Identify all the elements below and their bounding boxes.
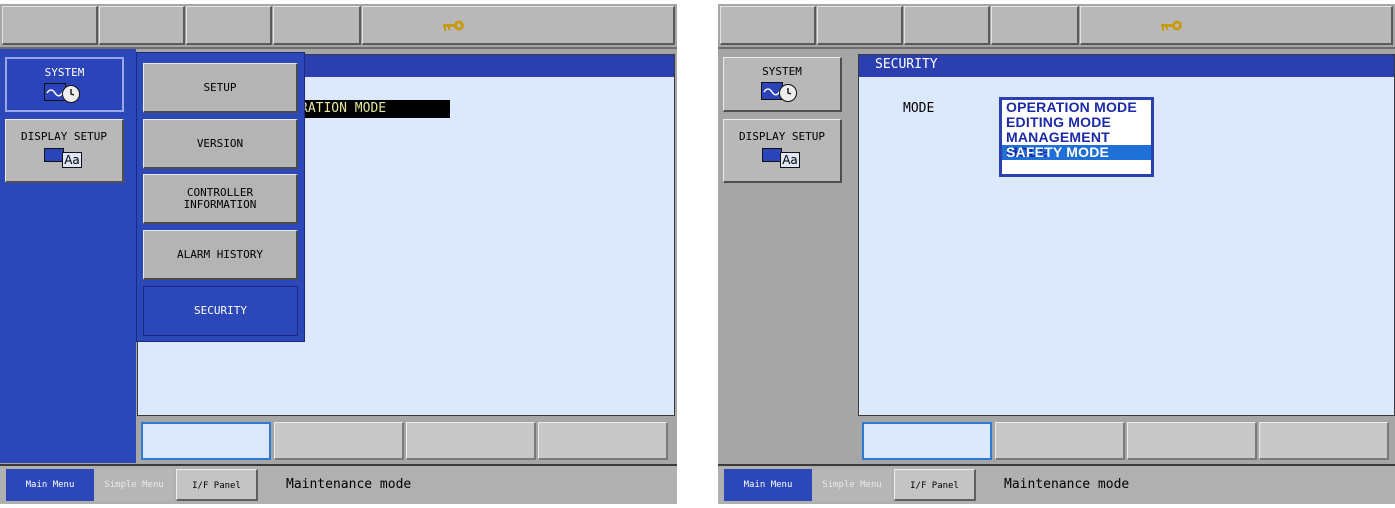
toolbar-button-3[interactable] <box>904 6 990 45</box>
pendant-screen-right: SYSTEM DISPLAY SETUP Aa SECURITY MODE OP… <box>718 4 1395 504</box>
top-toolbar <box>718 4 1395 49</box>
function-key-3[interactable] <box>406 422 536 460</box>
menu-system-label: SYSTEM <box>762 65 802 78</box>
security-key-area[interactable] <box>362 6 675 45</box>
menu-display-setup-label: DISPLAY SETUP <box>20 130 108 143</box>
toolbar-button-1[interactable] <box>720 6 816 45</box>
mode-option-management[interactable]: MANAGEMENT MODE <box>1002 130 1151 160</box>
menu-display-setup-label: DISPLAY SETUP <box>738 130 826 143</box>
pendant-screen-left: SYSTEM DISPLAY SETUP Aa RATION MODE SETU… <box>0 4 677 504</box>
menu-system[interactable]: SYSTEM <box>723 57 842 112</box>
system-icon <box>757 80 807 104</box>
main-menu-column: SYSTEM DISPLAY SETUP Aa <box>718 49 854 463</box>
main-panel: SECURITY MODE OPERATION MODE EDITING MOD… <box>858 54 1395 416</box>
key-icon <box>1161 20 1182 31</box>
display-setup-icon: Aa <box>752 146 812 170</box>
system-icon <box>40 81 90 105</box>
main-menu-button[interactable]: Main Menu <box>6 469 94 501</box>
submenu-security[interactable]: SECURITY <box>143 286 298 336</box>
mode-option-editing[interactable]: EDITING MODE <box>1002 115 1151 130</box>
top-toolbar <box>0 4 677 49</box>
submenu-controller-information[interactable]: CONTROLLER INFORMATION <box>143 174 298 224</box>
menu-display-setup[interactable]: DISPLAY SETUP Aa <box>5 119 124 183</box>
status-bar: Main Menu Simple Menu I/F Panel Maintena… <box>718 464 1395 504</box>
function-key-3[interactable] <box>1127 422 1257 460</box>
mode-label: MODE <box>903 101 935 116</box>
status-text: Maintenance mode <box>286 477 412 492</box>
if-panel-button[interactable]: I/F Panel <box>894 469 976 501</box>
menu-display-setup[interactable]: DISPLAY SETUP Aa <box>723 119 842 183</box>
main-menu-column: SYSTEM DISPLAY SETUP Aa <box>0 49 136 463</box>
mode-option-safety[interactable]: SAFETY MODE <box>1002 145 1151 160</box>
submenu-alarm-history[interactable]: ALARM HISTORY <box>143 230 298 280</box>
simple-menu-button[interactable]: Simple Menu <box>812 469 892 501</box>
submenu-version[interactable]: VERSION <box>143 119 298 169</box>
status-text: Maintenance mode <box>1004 477 1130 492</box>
if-panel-button[interactable]: I/F Panel <box>176 469 258 501</box>
main-menu-button[interactable]: Main Menu <box>724 469 812 501</box>
toolbar-button-4[interactable] <box>991 6 1079 45</box>
simple-menu-button[interactable]: Simple Menu <box>94 469 174 501</box>
toolbar-button-2[interactable] <box>99 6 185 45</box>
menu-system[interactable]: SYSTEM <box>5 57 124 112</box>
mode-option-operation[interactable]: OPERATION MODE <box>1002 100 1151 115</box>
toolbar-button-2[interactable] <box>817 6 903 45</box>
system-submenu: SETUP VERSION CONTROLLER INFORMATION ALA… <box>136 52 305 342</box>
key-icon <box>443 20 464 31</box>
toolbar-button-3[interactable] <box>186 6 272 45</box>
function-key-2[interactable] <box>274 422 404 460</box>
page-title: SECURITY <box>859 55 1394 77</box>
function-key-1[interactable] <box>862 422 992 460</box>
function-key-4[interactable] <box>538 422 668 460</box>
function-key-2[interactable] <box>995 422 1125 460</box>
function-key-row <box>137 418 675 464</box>
toolbar-button-1[interactable] <box>2 6 98 45</box>
security-key-area[interactable] <box>1080 6 1393 45</box>
status-bar: Main Menu Simple Menu I/F Panel Maintena… <box>0 464 677 504</box>
toolbar-button-4[interactable] <box>273 6 361 45</box>
function-key-1[interactable] <box>141 422 271 460</box>
menu-system-label: SYSTEM <box>44 66 85 79</box>
function-key-4[interactable] <box>1259 422 1389 460</box>
mode-field[interactable]: RATION MODE <box>296 100 450 118</box>
display-setup-icon: Aa <box>34 146 94 170</box>
mode-select-list[interactable]: OPERATION MODE EDITING MODE MANAGEMENT M… <box>999 97 1154 177</box>
submenu-setup[interactable]: SETUP <box>143 63 298 113</box>
function-key-row <box>858 418 1395 464</box>
